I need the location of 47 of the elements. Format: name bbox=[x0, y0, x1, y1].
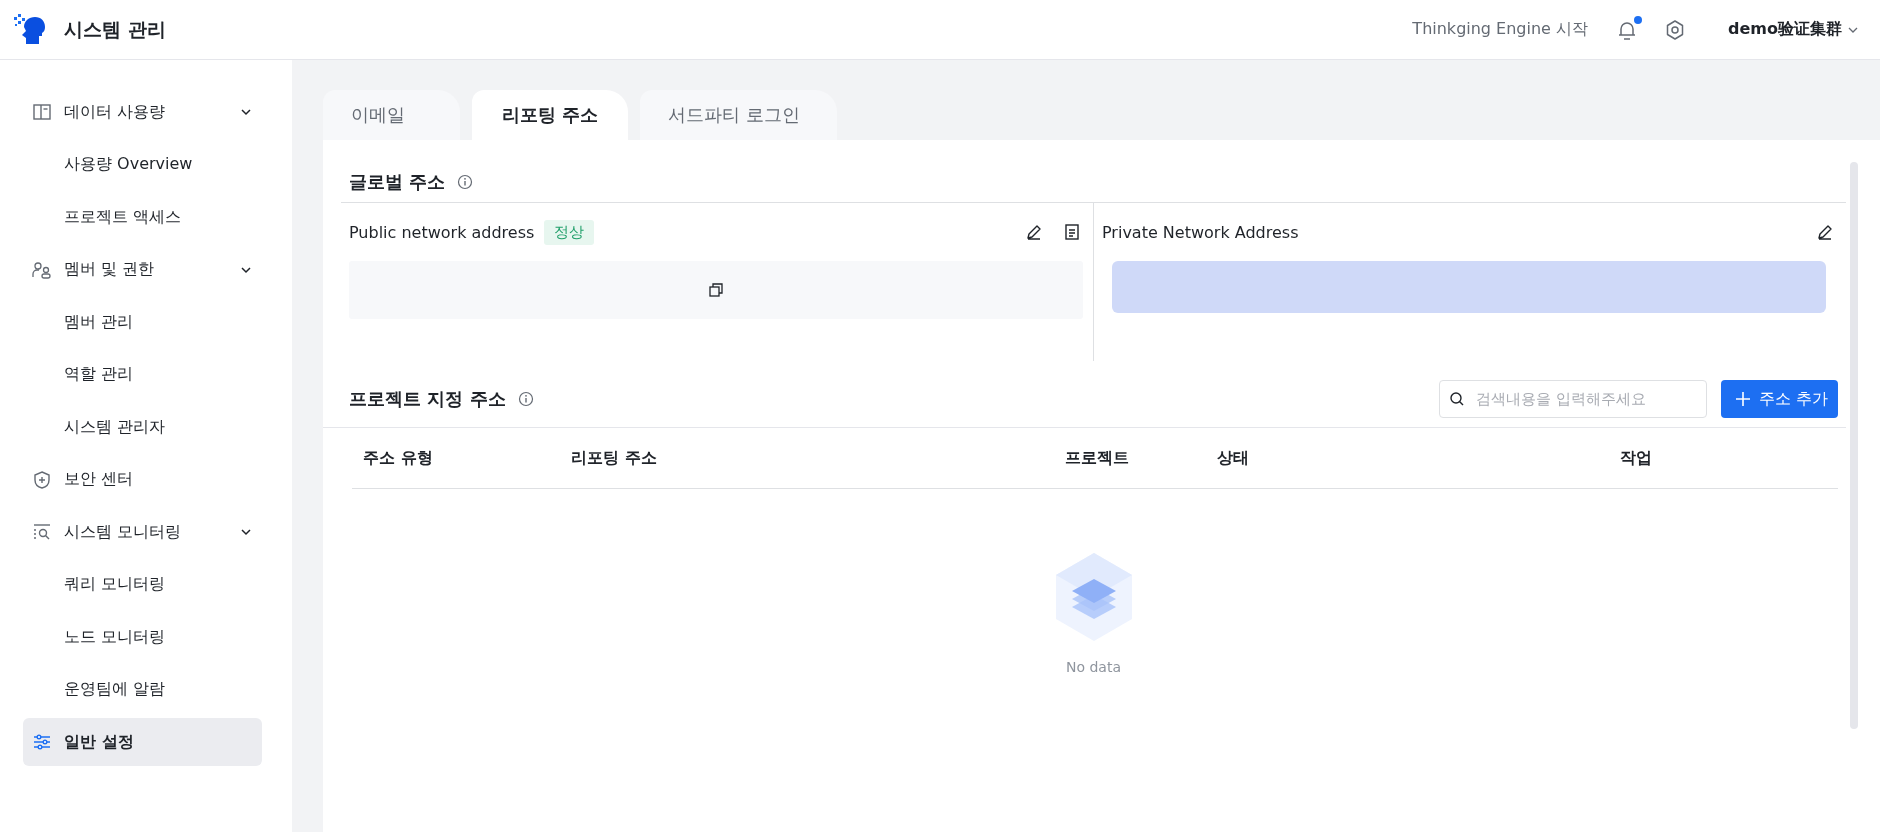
start-link[interactable]: Thinkging Engine 시작 bbox=[1412, 19, 1589, 40]
pencil-icon[interactable] bbox=[1816, 223, 1834, 241]
sidebar-item[interactable]: 노드 모니터링 bbox=[23, 613, 262, 661]
column-header: 상태 bbox=[1217, 447, 1250, 469]
info-icon[interactable] bbox=[517, 391, 534, 407]
search-field[interactable]: 검색내용을 입력해주세요 bbox=[1438, 380, 1707, 418]
plus-icon bbox=[1734, 391, 1751, 407]
section-title: 프로젝트 지정 주소 bbox=[349, 387, 506, 411]
column-header: 작업 bbox=[1620, 447, 1653, 469]
sidebar-item[interactable]: 사용량 Overview bbox=[23, 140, 262, 189]
sidebar-item[interactable]: 멤버 및 권한 bbox=[23, 245, 262, 294]
people-icon bbox=[32, 259, 52, 280]
scrollbar[interactable] bbox=[1850, 162, 1858, 729]
sidebar-item[interactable]: 쿼리 모니터링 bbox=[23, 560, 262, 609]
empty-text: No data bbox=[1066, 659, 1121, 675]
shield-icon bbox=[32, 469, 52, 490]
add-address-button[interactable]: 주소 추가 bbox=[1720, 380, 1838, 418]
sidebar-item[interactable]: 시스템 관리자 bbox=[23, 403, 262, 451]
sidebar-item[interactable]: 멤버 관리 bbox=[23, 298, 262, 346]
tab[interactable]: 리포팅 주소 bbox=[472, 90, 628, 140]
book-icon bbox=[32, 102, 52, 122]
page-title: 시스템 관리 bbox=[64, 16, 166, 42]
sidebar-item[interactable]: 보안 센터 bbox=[23, 455, 262, 504]
section-title: 글로벌 주소 bbox=[349, 170, 446, 194]
logo-icon bbox=[12, 12, 46, 47]
pencil-icon[interactable] bbox=[1025, 223, 1043, 241]
info-icon[interactable] bbox=[457, 174, 474, 190]
sidebar-item[interactable]: 일반 설정 bbox=[23, 718, 262, 766]
address-title: Private Network Address bbox=[1102, 222, 1299, 242]
copy-icon[interactable] bbox=[708, 282, 724, 298]
column-header: 리포팅 주소 bbox=[571, 447, 658, 469]
cluster-selector[interactable]: demo验证集群 bbox=[1712, 19, 1868, 40]
tab[interactable]: 서드파티 로그인 bbox=[640, 90, 837, 140]
sidebar-item[interactable]: 역할 관리 bbox=[23, 350, 262, 399]
tab[interactable]: 이메일 bbox=[323, 90, 460, 140]
empty-box-icon bbox=[1053, 551, 1134, 643]
column-header: 주소 유형 bbox=[363, 447, 434, 469]
sidebar-item[interactable]: 운영팀에 알람 bbox=[23, 665, 262, 714]
sidebar-item[interactable]: 프로젝트 액세스 bbox=[23, 193, 262, 241]
sliders-icon bbox=[32, 732, 52, 752]
column-header: 프로젝트 bbox=[1065, 447, 1130, 469]
sidebar-item[interactable]: 시스템 모니터링 bbox=[23, 508, 262, 556]
document-icon[interactable] bbox=[1063, 223, 1081, 241]
address-title: Public network address bbox=[349, 222, 535, 242]
list-search-icon bbox=[32, 522, 52, 542]
status-badge: 정상 bbox=[544, 219, 595, 245]
sidebar-item[interactable]: 데이터 사용량 bbox=[23, 88, 262, 136]
